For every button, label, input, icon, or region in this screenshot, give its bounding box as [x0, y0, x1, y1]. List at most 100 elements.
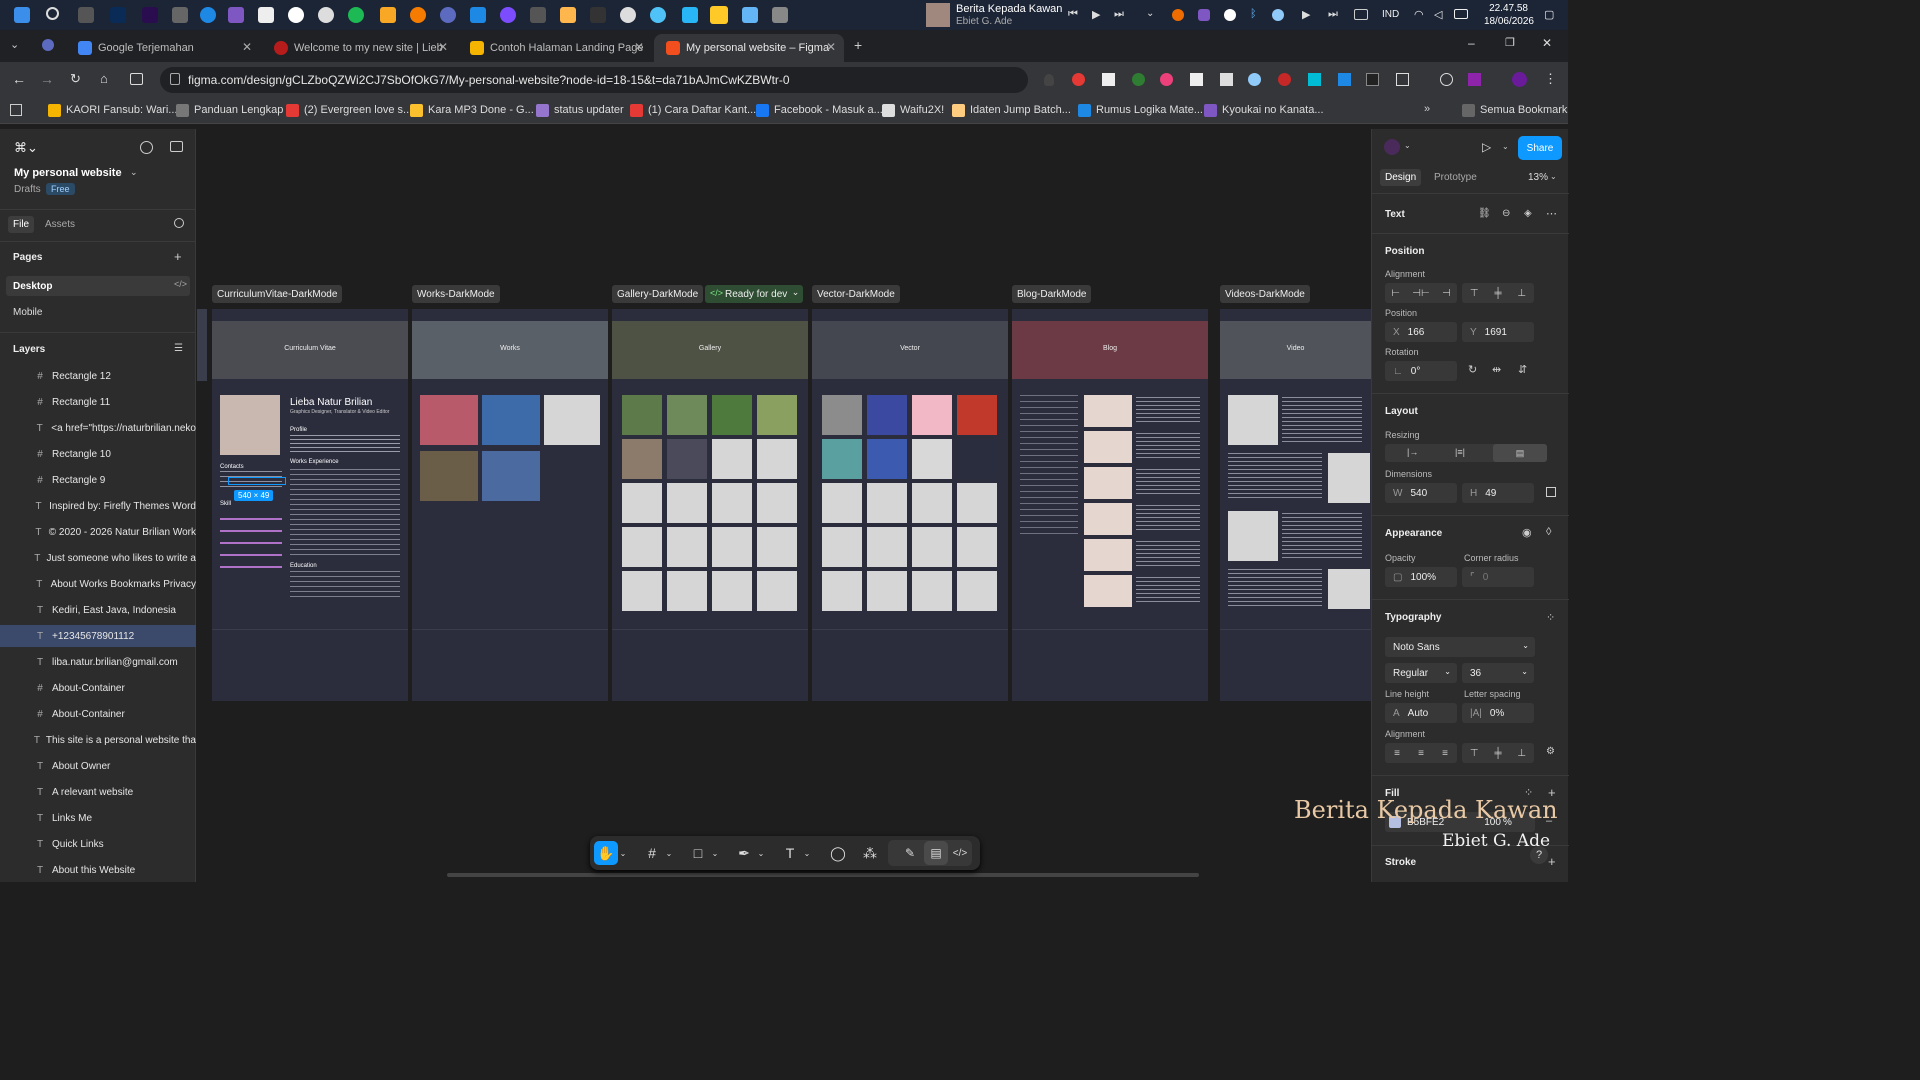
blend-mode-icon[interactable]: ◊: [1546, 526, 1551, 538]
rectangle-tool-icon[interactable]: □: [686, 841, 710, 865]
extension-icon[interactable]: [1308, 73, 1321, 86]
chevron-down-icon[interactable]: ⌄: [1550, 172, 1557, 181]
extension-icon[interactable]: [1248, 73, 1261, 86]
premiere-icon[interactable]: [142, 7, 158, 23]
frame-label-works[interactable]: Works-DarkMode: [412, 285, 500, 303]
layer-row[interactable]: Tliba.natur.brilian@gmail.com: [0, 651, 196, 673]
layer-row[interactable]: T Links Me: [0, 807, 196, 829]
next-icon[interactable]: ⏭: [1328, 8, 1338, 21]
clock-time[interactable]: 22.47.58: [1482, 3, 1528, 14]
vscode-icon[interactable]: [470, 7, 486, 23]
line-height-field[interactable]: A Auto: [1385, 703, 1457, 723]
layer-row[interactable]: # Rectangle 9: [0, 469, 196, 491]
app-icon[interactable]: [742, 7, 758, 23]
bookmark-item[interactable]: Idaten Jump Batch...: [952, 104, 1071, 117]
layer-row[interactable]: T <a href="https://naturbrilian.neko: [0, 417, 196, 439]
frame-videos[interactable]: Video: [1220, 309, 1371, 701]
horizontal-align-group[interactable]: ⊢ ⊣⊢ ⊣: [1385, 283, 1457, 303]
close-icon[interactable]: ✕: [242, 40, 252, 54]
photoshop-icon[interactable]: [110, 7, 126, 23]
app-icon[interactable]: [772, 7, 788, 23]
battery-icon[interactable]: [1454, 9, 1468, 19]
frame-label-cv[interactable]: CurriculumVitae-DarkMode: [212, 285, 343, 303]
windows-start-icon[interactable]: [14, 7, 30, 23]
text-align-right-icon[interactable]: ≡: [1442, 748, 1448, 759]
height-field[interactable]: H 49: [1462, 483, 1534, 503]
align-top-icon[interactable]: ⊤: [1470, 288, 1479, 299]
frame-blog[interactable]: Blog: [1012, 309, 1208, 701]
translate-icon[interactable]: [1468, 73, 1481, 86]
extension-icon[interactable]: [1190, 73, 1203, 86]
tab-design[interactable]: Design: [1380, 169, 1422, 186]
extension-icon[interactable]: [1132, 73, 1145, 86]
corner-radius-field[interactable]: ⌜ 0: [1462, 567, 1534, 587]
font-weight-select[interactable]: Regular ⌄: [1385, 663, 1457, 683]
chevron-down-icon[interactable]: ⌄: [710, 841, 720, 865]
keyboard-icon[interactable]: [1354, 9, 1368, 20]
more-bookmarks-icon[interactable]: »: [1424, 103, 1430, 115]
user-avatar[interactable]: [1384, 139, 1400, 155]
text-vertical-align-group[interactable]: ⊤ ╪ ⊥: [1462, 743, 1534, 763]
help-icon[interactable]: ?: [1530, 846, 1548, 864]
tray-icon[interactable]: [1198, 9, 1210, 21]
extension-icon[interactable]: [1278, 73, 1291, 86]
font-family-select[interactable]: Noto Sans ⌄: [1385, 637, 1535, 657]
text-middle-icon[interactable]: ╪: [1494, 748, 1501, 759]
hand-tool-icon[interactable]: ✋: [594, 841, 618, 865]
app-icon[interactable]: [258, 7, 274, 23]
text-styles-icon[interactable]: ⁘: [1546, 611, 1555, 624]
layer-row[interactable]: T © 2020 - 2026 Natur Brilian Work: [0, 521, 196, 543]
frame-label-vector[interactable]: Vector-DarkMode: [812, 285, 900, 303]
search-icon[interactable]: [46, 7, 59, 20]
actions-tool-icon[interactable]: ⁂: [858, 841, 882, 865]
chevron-down-icon[interactable]: ⌄: [802, 841, 812, 865]
frame-label-blog[interactable]: Blog-DarkMode: [1012, 285, 1092, 303]
new-tab-button[interactable]: +: [854, 37, 862, 53]
minimize-button[interactable]: –: [1468, 36, 1475, 50]
opacity-field[interactable]: ▢ 100%: [1385, 567, 1457, 587]
drafts-label[interactable]: Drafts: [14, 184, 41, 195]
app-icon[interactable]: [682, 7, 698, 23]
frame-label-gallery[interactable]: Gallery-DarkMode: [612, 285, 704, 303]
y-field[interactable]: Y 1691: [1462, 322, 1534, 342]
bluetooth-icon[interactable]: ᛒ: [1250, 8, 1257, 20]
layer-row[interactable]: T Quick Links: [0, 833, 196, 855]
app-icon[interactable]: [318, 7, 334, 23]
forward-icon[interactable]: →: [40, 71, 54, 87]
extension-icon[interactable]: [1366, 73, 1379, 86]
all-bookmarks-folder[interactable]: Semua Bookmark: [1462, 104, 1567, 117]
side-panel-icon[interactable]: [130, 73, 143, 85]
clock-date[interactable]: 18/06/2026: [1478, 16, 1534, 27]
layer-row[interactable]: T A relevant website: [0, 781, 196, 803]
share-button[interactable]: Share: [1518, 136, 1562, 160]
horizontal-scrollbar[interactable]: [447, 873, 1199, 877]
tab-search-icon[interactable]: ⌄: [10, 38, 19, 51]
close-icon[interactable]: ✕: [826, 40, 836, 54]
layer-row[interactable]: T About Owner: [0, 755, 196, 777]
layer-row[interactable]: T This site is a personal website tha: [0, 729, 196, 751]
frame-cv[interactable]: Curriculum Vitae Lieba Natur Brilian Gra…: [212, 309, 408, 701]
frame-tool-icon[interactable]: #: [640, 841, 664, 865]
align-middle-icon[interactable]: ╪: [1494, 288, 1501, 299]
fixed-width-icon[interactable]: |→: [1407, 447, 1418, 457]
text-tool-icon[interactable]: T: [778, 841, 802, 865]
bookmark-item[interactable]: KAORI Fansub: Wari...: [48, 104, 177, 117]
frame-works[interactable]: Works: [412, 309, 608, 701]
tab-google-translate[interactable]: Google Terjemahan ✕: [66, 34, 260, 62]
zoom-level[interactable]: 13%: [1528, 172, 1548, 183]
previous-icon[interactable]: ⏮: [1068, 8, 1078, 21]
address-bar[interactable]: figma.com/design/gCLZboQZWi2CJ7SbOfOkG7/…: [160, 67, 1028, 93]
tab-figma[interactable]: My personal website – Figma ✕: [654, 34, 844, 62]
extension-icon[interactable]: [1220, 73, 1233, 86]
letter-spacing-field[interactable]: |A| 0%: [1462, 703, 1534, 723]
layer-row[interactable]: T About this Website: [0, 859, 196, 881]
chevron-down-icon[interactable]: ⌄: [1146, 8, 1154, 19]
align-bottom-icon[interactable]: ⊥: [1517, 288, 1526, 299]
bookmark-item[interactable]: status updater: [536, 104, 624, 117]
x-field[interactable]: X 166: [1385, 322, 1457, 342]
menu-icon[interactable]: ⋮: [1544, 71, 1557, 87]
align-center-icon[interactable]: ⊣⊢: [1412, 288, 1429, 299]
tray-icon[interactable]: [1224, 9, 1236, 21]
pen-tool-icon[interactable]: ✒: [732, 841, 756, 865]
flip-horizontal-icon[interactable]: ⇹: [1492, 363, 1501, 376]
